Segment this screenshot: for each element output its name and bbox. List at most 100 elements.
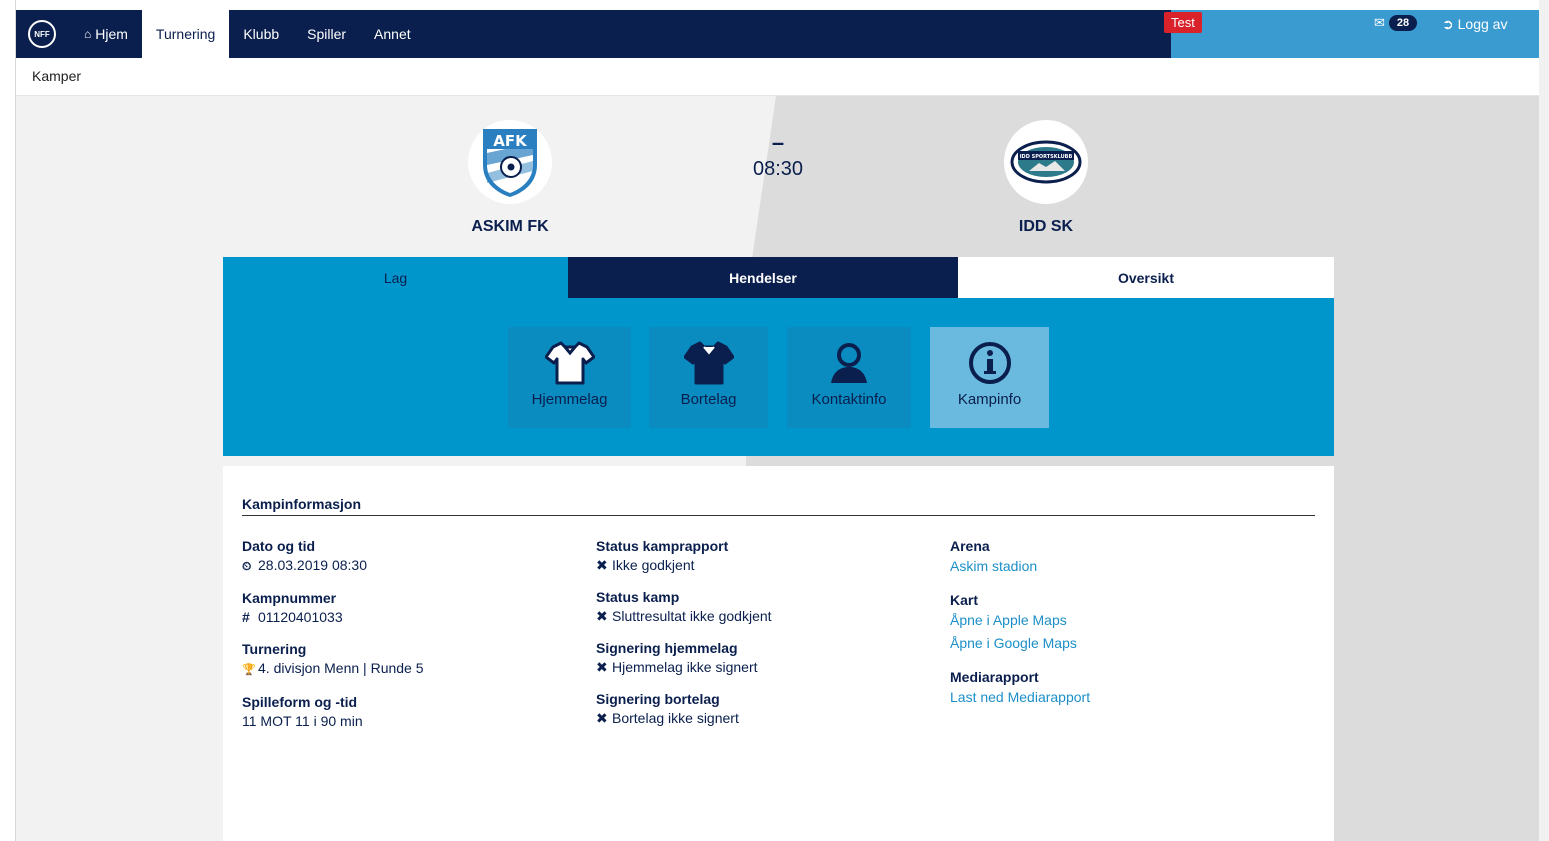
- subtab-kontaktinfo[interactable]: Kontaktinfo: [787, 327, 911, 428]
- person-icon: [831, 343, 867, 383]
- tab-hendelser[interactable]: Hendelser: [568, 257, 958, 298]
- field-label: Kart: [950, 592, 979, 608]
- field-game-format: Spilleform og -tid 11 MOT 11 i 90 min: [242, 694, 424, 731]
- cross-icon: ✖: [596, 608, 608, 624]
- arena-link[interactable]: Askim stadion: [950, 555, 1090, 578]
- field-label: Spilleform og -tid: [242, 694, 358, 710]
- field-home-signing: Signering hjemmelag ✖ Hjemmelag ikke sign…: [596, 640, 772, 677]
- field-value: ✖ Sluttresultat ikke godkjent: [596, 608, 772, 624]
- field-value: 11 MOT 11 i 90 min: [242, 713, 363, 729]
- breadcrumb-item-kamper[interactable]: Kamper: [32, 68, 81, 84]
- field-label: Turnering: [242, 641, 307, 657]
- nav-item-klubb[interactable]: Klubb: [229, 10, 293, 58]
- field-media-report: Mediarapport Last ned Mediarapport: [950, 669, 1090, 709]
- home-team-name: ASKIM FK: [471, 218, 549, 235]
- field-label: Signering bortelag: [596, 691, 720, 707]
- nav-item-turnering[interactable]: Turnering: [141, 10, 230, 58]
- field-value: ✖ Bortelag ikke signert: [596, 710, 739, 726]
- info-column-3: Arena Askim stadion Kart Åpne i Apple Ma…: [950, 538, 1090, 723]
- envelope-icon: ✉: [1374, 15, 1385, 30]
- google-maps-link[interactable]: Åpne i Google Maps: [950, 632, 1090, 655]
- subtab-label: Hjemmelag: [531, 391, 608, 408]
- card-title: Kampinformasjon: [242, 496, 1315, 516]
- field-value: #01120401033: [242, 609, 343, 625]
- tab-lag[interactable]: Lag: [223, 257, 568, 298]
- nav-item-label: Annet: [374, 26, 411, 42]
- home-icon: ⌂: [84, 27, 92, 41]
- breadcrumb: Kamper: [16, 58, 1540, 96]
- subtab-bortelag[interactable]: Bortelag: [649, 327, 768, 428]
- left-edge: [0, 0, 16, 841]
- environment-badge: Test: [1164, 12, 1202, 33]
- cross-icon: ✖: [596, 710, 608, 726]
- team-subtabs-panel: Hjemmelag Bortelag Kontaktinfo Kampinfo: [223, 298, 1334, 456]
- field-label: Arena: [950, 538, 990, 554]
- logout-icon: ➲: [1442, 16, 1454, 32]
- field-value: ✖ Hjemmelag ikke signert: [596, 659, 758, 675]
- media-report-download-link[interactable]: Last ned Mediarapport: [950, 686, 1090, 709]
- subtab-kampinfo[interactable]: Kampinfo: [930, 327, 1049, 428]
- clock-icon: ⏲: [242, 559, 252, 573]
- field-label: Kampnummer: [242, 590, 337, 606]
- nav-item-label: Spiller: [307, 26, 347, 42]
- field-match-status: Status kamp ✖ Sluttresultat ikke godkjent: [596, 589, 772, 626]
- page-scrollbar[interactable]: [1539, 0, 1549, 841]
- away-shirt-icon: [683, 341, 734, 385]
- nav-item-spiller[interactable]: Spiller: [293, 10, 360, 58]
- field-map: Kart Åpne i Apple Maps Åpne i Google Map…: [950, 592, 1090, 655]
- askim-crest-icon: AFK: [483, 129, 537, 197]
- trophy-icon: 🏆: [242, 664, 256, 676]
- tab-oversikt[interactable]: Oversikt: [958, 257, 1334, 298]
- field-value: ✖ Ikke godkjent: [596, 557, 695, 573]
- match-info-card: Kampinformasjon Dato og tid ⏲ 28.03.2019 …: [223, 466, 1334, 841]
- nav-item-label: Hjem: [95, 26, 128, 42]
- info-column-1: Dato og tid ⏲ 28.03.2019 08:30 Kampnummer…: [242, 538, 424, 745]
- messages-count-badge: 28: [1388, 15, 1418, 31]
- idd-crest-icon: IDD SPORTSKLUBB: [1010, 140, 1082, 184]
- field-label: Status kamp: [596, 589, 680, 605]
- info-icon: [968, 342, 1011, 384]
- away-team[interactable]: IDD SPORTSKLUBB IDD SK: [946, 120, 1146, 236]
- field-label: Status kamprapport: [596, 538, 729, 554]
- field-value: 🏆 4. divisjon Menn | Runde 5: [242, 658, 424, 680]
- subtab-hjemmelag[interactable]: Hjemmelag: [508, 327, 631, 428]
- nav-item-label: Turnering: [155, 26, 216, 42]
- top-navbar: NFF ⌂ Hjem Turnering Klubb Spiller Annet: [16, 10, 1540, 58]
- logout-label: Logg av: [1457, 16, 1508, 32]
- home-team-logo: AFK: [468, 120, 552, 204]
- field-tournament: Turnering 🏆 4. divisjon Menn | Runde 5: [242, 641, 424, 680]
- field-label: Mediarapport: [950, 669, 1039, 685]
- away-team-name: IDD SK: [1018, 218, 1074, 235]
- kickoff-time: 08:30: [752, 158, 804, 180]
- home-logo-text: AFK: [493, 132, 528, 150]
- logo-text: NFF: [34, 29, 50, 39]
- nff-logo[interactable]: NFF: [28, 20, 56, 48]
- field-away-signing: Signering bortelag ✖ Bortelag ikke signer…: [596, 691, 772, 728]
- home-team[interactable]: AFK ASKIM FK: [410, 120, 610, 236]
- home-shirt-icon: [544, 341, 595, 385]
- apple-maps-link[interactable]: Åpne i Apple Maps: [950, 609, 1090, 632]
- field-date-time: Dato og tid ⏲ 28.03.2019 08:30: [242, 538, 424, 576]
- hash-icon: #: [242, 609, 250, 625]
- field-label: Signering hjemmelag: [596, 640, 738, 656]
- logout-button[interactable]: ➲ Logg av: [1442, 16, 1507, 33]
- away-logo-text: IDD SPORTSKLUBB: [1020, 154, 1073, 160]
- nav-item-home[interactable]: ⌂ Hjem: [70, 10, 142, 58]
- score-separator: –: [771, 130, 785, 155]
- subtab-label: Bortelag: [680, 391, 737, 408]
- info-column-2: Status kamprapport ✖ Ikke godkjent Status…: [596, 538, 772, 742]
- score-area: – 08:30: [728, 132, 828, 181]
- nav-item-label: Klubb: [243, 26, 280, 42]
- field-value: ⏲ 28.03.2019 08:30: [242, 555, 424, 576]
- field-label: Dato og tid: [242, 538, 316, 554]
- nav-item-annet[interactable]: Annet: [360, 10, 425, 58]
- field-report-status: Status kamprapport ✖ Ikke godkjent: [596, 538, 772, 575]
- cross-icon: ✖: [596, 659, 608, 675]
- match-tabs: Lag Hendelser Oversikt: [223, 257, 1334, 298]
- subtab-label: Kontaktinfo: [811, 391, 887, 408]
- field-match-number: Kampnummer #01120401033: [242, 590, 424, 627]
- cross-icon: ✖: [596, 557, 608, 573]
- subtab-label: Kampinfo: [957, 391, 1022, 408]
- messages-button[interactable]: ✉ 28: [1374, 15, 1418, 31]
- away-team-logo: IDD SPORTSKLUBB: [1004, 120, 1088, 204]
